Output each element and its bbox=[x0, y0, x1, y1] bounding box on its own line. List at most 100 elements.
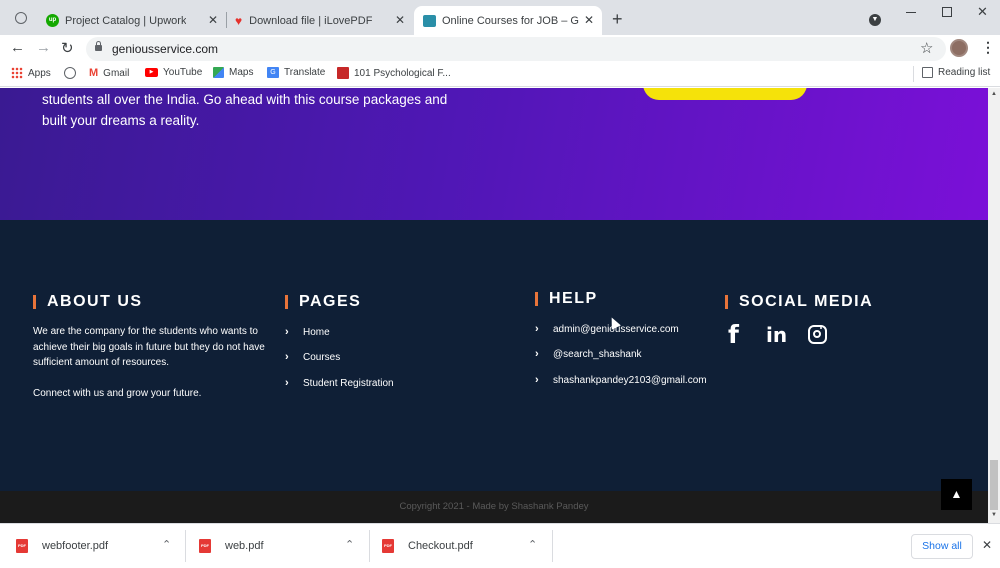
pdf-file-icon: PDF bbox=[382, 539, 394, 553]
bookmark-label: Maps bbox=[229, 67, 254, 78]
chevron-right-icon: › bbox=[535, 323, 539, 335]
site-icon bbox=[423, 14, 436, 27]
reading-list-label: Reading list bbox=[938, 67, 991, 78]
copyright-text: Copyright 2021 - Made by Shashank Pandey bbox=[399, 501, 589, 512]
instagram-icon[interactable] bbox=[808, 325, 827, 344]
copyright-bar: Copyright 2021 - Made by Shashank Pandey… bbox=[0, 479, 988, 523]
youtube-icon: ▶ bbox=[145, 68, 158, 77]
chevron-right-icon: › bbox=[285, 351, 289, 363]
bookmark-globe[interactable] bbox=[64, 67, 76, 79]
tab-title: Project Catalog | Upwork bbox=[65, 14, 187, 27]
hero-section: students all over the India. Go ahead wi… bbox=[0, 88, 988, 220]
minimize-button[interactable] bbox=[906, 12, 916, 13]
translate-icon: G bbox=[267, 67, 279, 78]
link-label: Home bbox=[303, 326, 330, 338]
url-text: geniousservice.com bbox=[112, 42, 219, 56]
bookmark-maps[interactable]: Maps bbox=[213, 67, 253, 78]
globe-icon bbox=[64, 67, 76, 79]
bookmark-label: Apps bbox=[28, 67, 51, 79]
close-window-button[interactable]: ✕ bbox=[977, 4, 988, 20]
hero-text-line-1: students all over the India. Go ahead wi… bbox=[42, 92, 448, 107]
avatar[interactable] bbox=[950, 39, 968, 57]
bookmark-label: Translate bbox=[284, 67, 326, 78]
pages-heading: PAGES bbox=[285, 293, 361, 311]
hero-cta-button[interactable] bbox=[643, 88, 807, 100]
browser-tab-strip: up Project Catalog | Upwork ✕ ♥ Download… bbox=[0, 0, 1000, 35]
close-tab-icon[interactable]: ✕ bbox=[208, 13, 218, 27]
chrome-menu-globe-icon[interactable] bbox=[15, 12, 27, 24]
webpage: students all over the India. Go ahead wi… bbox=[0, 88, 988, 523]
footer-link-home[interactable]: › Home bbox=[285, 326, 330, 338]
tab-upwork[interactable]: up Project Catalog | Upwork ✕ bbox=[38, 6, 226, 35]
pdf-file-icon: PDF bbox=[199, 539, 211, 553]
close-tab-icon[interactable]: ✕ bbox=[395, 13, 405, 27]
bookmarks-bar: Apps M Gmail ▶ YouTube Maps G Translate … bbox=[0, 62, 1000, 87]
footer-link-student-registration[interactable]: › Student Registration bbox=[285, 377, 394, 389]
bookmark-youtube[interactable]: ▶ YouTube bbox=[145, 67, 202, 78]
bookmark-label: YouTube bbox=[163, 67, 203, 78]
linkedin-icon[interactable]: in bbox=[766, 323, 787, 347]
scrollbar-thumb[interactable] bbox=[990, 460, 998, 510]
back-to-top-button[interactable]: ▲ bbox=[941, 479, 972, 510]
apps-grid-icon bbox=[11, 67, 23, 79]
chevron-right-icon: › bbox=[535, 348, 539, 360]
download-item-checkout[interactable]: PDF Checkout.pdf ⌃ bbox=[382, 524, 552, 568]
link-label: Courses bbox=[303, 351, 341, 363]
chevron-right-icon: › bbox=[285, 377, 289, 389]
lock-shackle-icon bbox=[96, 41, 101, 46]
bookmark-apps[interactable]: Apps bbox=[11, 67, 51, 79]
footer-link-courses[interactable]: › Courses bbox=[285, 351, 340, 363]
tab-title: Online Courses for JOB – Get hig bbox=[442, 14, 579, 27]
link-label: Student Registration bbox=[303, 377, 394, 389]
bookmark-psych[interactable]: 101 Psychological F... bbox=[337, 67, 451, 79]
browser-toolbar: ← → ↻ geniousservice.com ☆ ⋮ bbox=[0, 35, 1000, 62]
about-us-heading: ABOUT US bbox=[33, 293, 143, 311]
about-us-connect: Connect with us and grow your future. bbox=[33, 388, 202, 399]
reading-list-icon bbox=[922, 67, 933, 78]
reload-button[interactable]: ↻ bbox=[61, 39, 74, 57]
bookmark-label: Gmail bbox=[103, 67, 130, 79]
close-download-shelf-icon[interactable]: ✕ bbox=[982, 538, 992, 552]
maps-icon bbox=[213, 67, 224, 78]
scroll-down-arrow-icon[interactable]: ▼ bbox=[991, 512, 997, 518]
tab-online-courses[interactable]: Online Courses for JOB – Get hig ✕ bbox=[414, 6, 602, 35]
forward-button[interactable]: → bbox=[36, 39, 51, 56]
maximize-button[interactable] bbox=[942, 7, 952, 17]
tab-search-icon[interactable]: ▼ bbox=[869, 14, 881, 26]
help-link-gmail[interactable]: › shashankpandey2103@gmail.com bbox=[535, 374, 707, 386]
new-tab-button[interactable]: + bbox=[612, 9, 623, 30]
help-link-search[interactable]: › @search_shashank bbox=[535, 348, 642, 360]
chrome-menu-icon[interactable]: ⋮ bbox=[981, 39, 995, 56]
bookmark-gmail[interactable]: M Gmail bbox=[89, 67, 129, 79]
download-filename: web.pdf bbox=[225, 540, 264, 552]
download-item-web[interactable]: PDF web.pdf ⌃ bbox=[199, 524, 369, 568]
chevron-up-icon[interactable]: ⌃ bbox=[528, 538, 537, 551]
close-tab-icon[interactable]: ✕ bbox=[584, 13, 594, 27]
link-label: @search_shashank bbox=[553, 348, 642, 360]
facebook-icon[interactable]: f bbox=[728, 320, 739, 349]
chevron-up-icon[interactable]: ⌃ bbox=[345, 538, 354, 551]
upwork-icon: up bbox=[46, 14, 59, 27]
site-footer: ABOUT US We are the company for the stud… bbox=[0, 220, 988, 491]
gmail-icon: M bbox=[89, 67, 99, 79]
page-scrollbar[interactable]: ▲ ▼ bbox=[988, 88, 1000, 523]
download-filename: webfooter.pdf bbox=[42, 540, 109, 552]
address-bar[interactable]: geniousservice.com ☆ bbox=[86, 37, 946, 61]
about-us-text: We are the company for the students who … bbox=[33, 326, 265, 368]
pdf-file-icon: PDF bbox=[16, 539, 28, 553]
show-all-button[interactable]: Show all bbox=[911, 534, 973, 559]
scroll-up-arrow-icon[interactable]: ▲ bbox=[991, 91, 997, 97]
social-media-heading: SOCIAL MEDIA bbox=[725, 293, 873, 311]
bookmark-translate[interactable]: G Translate bbox=[267, 67, 325, 78]
tab-title: Download file | iLovePDF bbox=[249, 14, 373, 27]
help-link-admin-email[interactable]: › admin@geniousservice.com bbox=[535, 323, 679, 335]
chevron-up-icon[interactable]: ⌃ bbox=[162, 538, 171, 551]
reading-list-button[interactable]: Reading list bbox=[922, 67, 990, 78]
hero-text-line-2: built your dreams a reality. bbox=[42, 113, 200, 128]
tab-ilovepdf[interactable]: ♥ Download file | iLovePDF ✕ bbox=[227, 6, 413, 35]
chevron-right-icon: › bbox=[285, 326, 289, 338]
download-item-webfooter[interactable]: PDF webfooter.pdf ⌃ bbox=[16, 524, 186, 568]
bookmark-star-icon[interactable]: ☆ bbox=[920, 39, 933, 57]
back-button[interactable]: ← bbox=[10, 39, 25, 56]
heart-icon: ♥ bbox=[235, 13, 243, 28]
